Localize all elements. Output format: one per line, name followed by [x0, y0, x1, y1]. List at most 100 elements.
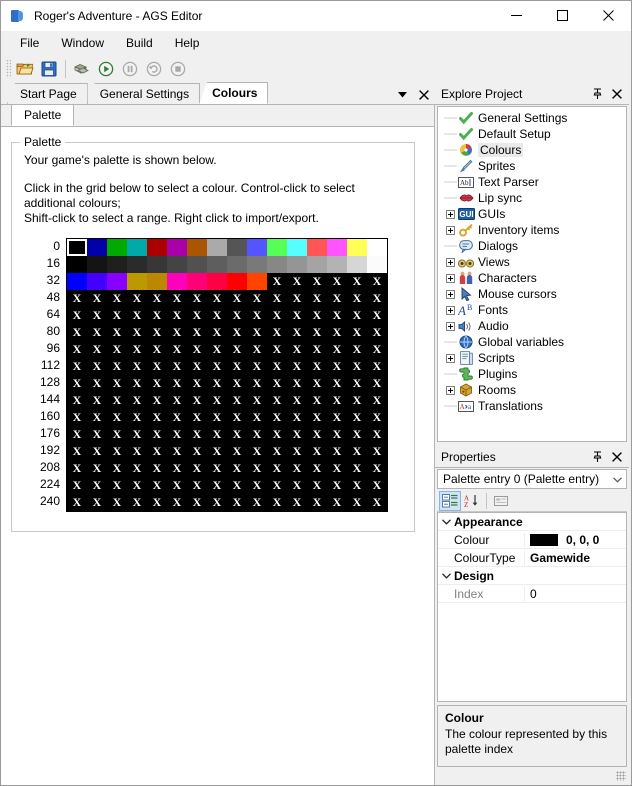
- palette-cell-locked[interactable]: X: [207, 409, 227, 426]
- palette-cell-locked[interactable]: X: [247, 375, 267, 392]
- palette-cell-locked[interactable]: X: [307, 290, 327, 307]
- palette-cell-locked[interactable]: X: [267, 341, 287, 358]
- palette-cell-locked[interactable]: X: [247, 477, 267, 494]
- palette-cell[interactable]: [227, 273, 247, 290]
- palette-cell-locked[interactable]: X: [167, 477, 187, 494]
- palette-cell-locked[interactable]: X: [287, 290, 307, 307]
- palette-cell-locked[interactable]: X: [67, 392, 87, 409]
- palette-cell-locked[interactable]: X: [107, 358, 127, 375]
- palette-cell-locked[interactable]: X: [267, 494, 287, 511]
- palette-cell-locked[interactable]: X: [287, 426, 307, 443]
- palette-cell-locked[interactable]: X: [167, 494, 187, 511]
- palette-cell-locked[interactable]: X: [207, 443, 227, 460]
- property-pages-icon[interactable]: [490, 491, 512, 511]
- palette-cell[interactable]: [187, 239, 207, 256]
- palette-cell-locked[interactable]: X: [247, 409, 267, 426]
- palette-cell-locked[interactable]: X: [367, 443, 387, 460]
- tree-expander-icon[interactable]: [444, 206, 457, 222]
- palette-cell-locked[interactable]: X: [287, 443, 307, 460]
- palette-cell-locked[interactable]: X: [167, 443, 187, 460]
- palette-cell[interactable]: [187, 273, 207, 290]
- tree-item-default-setup[interactable]: Default Setup: [438, 126, 626, 142]
- palette-cell-locked[interactable]: X: [247, 426, 267, 443]
- tab-colours[interactable]: Colours: [199, 82, 269, 104]
- palette-cell-locked[interactable]: X: [227, 460, 247, 477]
- palette-cell-locked[interactable]: X: [367, 460, 387, 477]
- palette-cell-locked[interactable]: X: [187, 460, 207, 477]
- palette-cell-locked[interactable]: X: [187, 324, 207, 341]
- palette-cell-locked[interactable]: X: [227, 494, 247, 511]
- palette-cell-locked[interactable]: X: [147, 477, 167, 494]
- palette-cell-locked[interactable]: X: [307, 443, 327, 460]
- palette-cell-locked[interactable]: X: [347, 443, 367, 460]
- palette-cell-locked[interactable]: X: [267, 477, 287, 494]
- palette-cell-locked[interactable]: X: [207, 460, 227, 477]
- palette-cell-locked[interactable]: X: [247, 443, 267, 460]
- palette-cell-locked[interactable]: X: [107, 409, 127, 426]
- palette-cell-locked[interactable]: X: [167, 358, 187, 375]
- palette-cell-locked[interactable]: X: [127, 443, 147, 460]
- palette-cell-locked[interactable]: X: [127, 409, 147, 426]
- palette-cell-locked[interactable]: X: [367, 494, 387, 511]
- palette-cell-locked[interactable]: X: [227, 324, 247, 341]
- palette-cell-locked[interactable]: X: [307, 273, 327, 290]
- palette-cell[interactable]: [67, 273, 87, 290]
- palette-cell-locked[interactable]: X: [127, 307, 147, 324]
- palette-cell-locked[interactable]: X: [127, 375, 147, 392]
- chevron-down-icon[interactable]: [613, 472, 622, 486]
- property-category[interactable]: Design: [438, 567, 626, 585]
- tree-item-translations[interactable]: Aa Translations: [438, 398, 626, 414]
- palette-cell-locked[interactable]: X: [327, 460, 347, 477]
- palette-cell-locked[interactable]: X: [87, 460, 107, 477]
- palette-cell-locked[interactable]: X: [307, 426, 327, 443]
- palette-cell-locked[interactable]: X: [347, 358, 367, 375]
- palette-cell-locked[interactable]: X: [107, 375, 127, 392]
- palette-cell-locked[interactable]: X: [307, 409, 327, 426]
- palette-cell-locked[interactable]: X: [327, 307, 347, 324]
- palette-cell[interactable]: [347, 239, 367, 256]
- save-button[interactable]: [37, 57, 61, 81]
- palette-cell-locked[interactable]: X: [167, 341, 187, 358]
- palette-cell-locked[interactable]: X: [67, 358, 87, 375]
- run-button[interactable]: [94, 57, 118, 81]
- palette-cell-locked[interactable]: X: [307, 358, 327, 375]
- palette-cell-locked[interactable]: X: [287, 273, 307, 290]
- tree-item-dialogs[interactable]: Dialogs: [438, 238, 626, 254]
- palette-cell[interactable]: [127, 239, 147, 256]
- palette-cell-locked[interactable]: X: [287, 324, 307, 341]
- palette-cell-locked[interactable]: X: [347, 324, 367, 341]
- tree-item-global-variables[interactable]: Global variables: [438, 334, 626, 350]
- palette-cell-locked[interactable]: X: [207, 324, 227, 341]
- palette-cell-locked[interactable]: X: [167, 392, 187, 409]
- toolbar-grip[interactable]: [5, 59, 11, 78]
- palette-cell-locked[interactable]: X: [327, 375, 347, 392]
- palette-cell-locked[interactable]: X: [107, 324, 127, 341]
- palette-cell-locked[interactable]: X: [147, 375, 167, 392]
- tree-item-views[interactable]: Views: [438, 254, 626, 270]
- palette-cell-locked[interactable]: X: [87, 341, 107, 358]
- tree-expander-icon[interactable]: [444, 270, 457, 286]
- tree-expander-icon[interactable]: [444, 350, 457, 366]
- property-row[interactable]: ColourType Gamewide: [438, 549, 626, 567]
- palette-cell[interactable]: [287, 239, 307, 256]
- palette-cell[interactable]: [67, 256, 87, 273]
- palette-cell-locked[interactable]: X: [247, 392, 267, 409]
- palette-cell-locked[interactable]: X: [207, 341, 227, 358]
- pin-icon[interactable]: [589, 449, 605, 465]
- tree-item-colours[interactable]: Colours: [438, 142, 626, 158]
- palette-cell-locked[interactable]: X: [167, 290, 187, 307]
- palette-cell-locked[interactable]: X: [367, 426, 387, 443]
- tree-item-inventory-items[interactable]: Inventory items: [438, 222, 626, 238]
- palette-cell-locked[interactable]: X: [327, 273, 347, 290]
- palette-cell-locked[interactable]: X: [87, 290, 107, 307]
- palette-cell-locked[interactable]: X: [127, 460, 147, 477]
- pin-icon[interactable]: [589, 86, 605, 102]
- palette-cell-locked[interactable]: X: [287, 341, 307, 358]
- palette-cell[interactable]: [127, 256, 147, 273]
- property-grid[interactable]: Appearance Colour 0, 0, 0 ColourType Gamewid…: [437, 512, 627, 702]
- palette-cell-locked[interactable]: X: [267, 426, 287, 443]
- palette-cell-locked[interactable]: X: [227, 341, 247, 358]
- palette-cell-locked[interactable]: X: [327, 477, 347, 494]
- palette-cell-locked[interactable]: X: [147, 392, 167, 409]
- menu-build[interactable]: Build: [115, 33, 164, 53]
